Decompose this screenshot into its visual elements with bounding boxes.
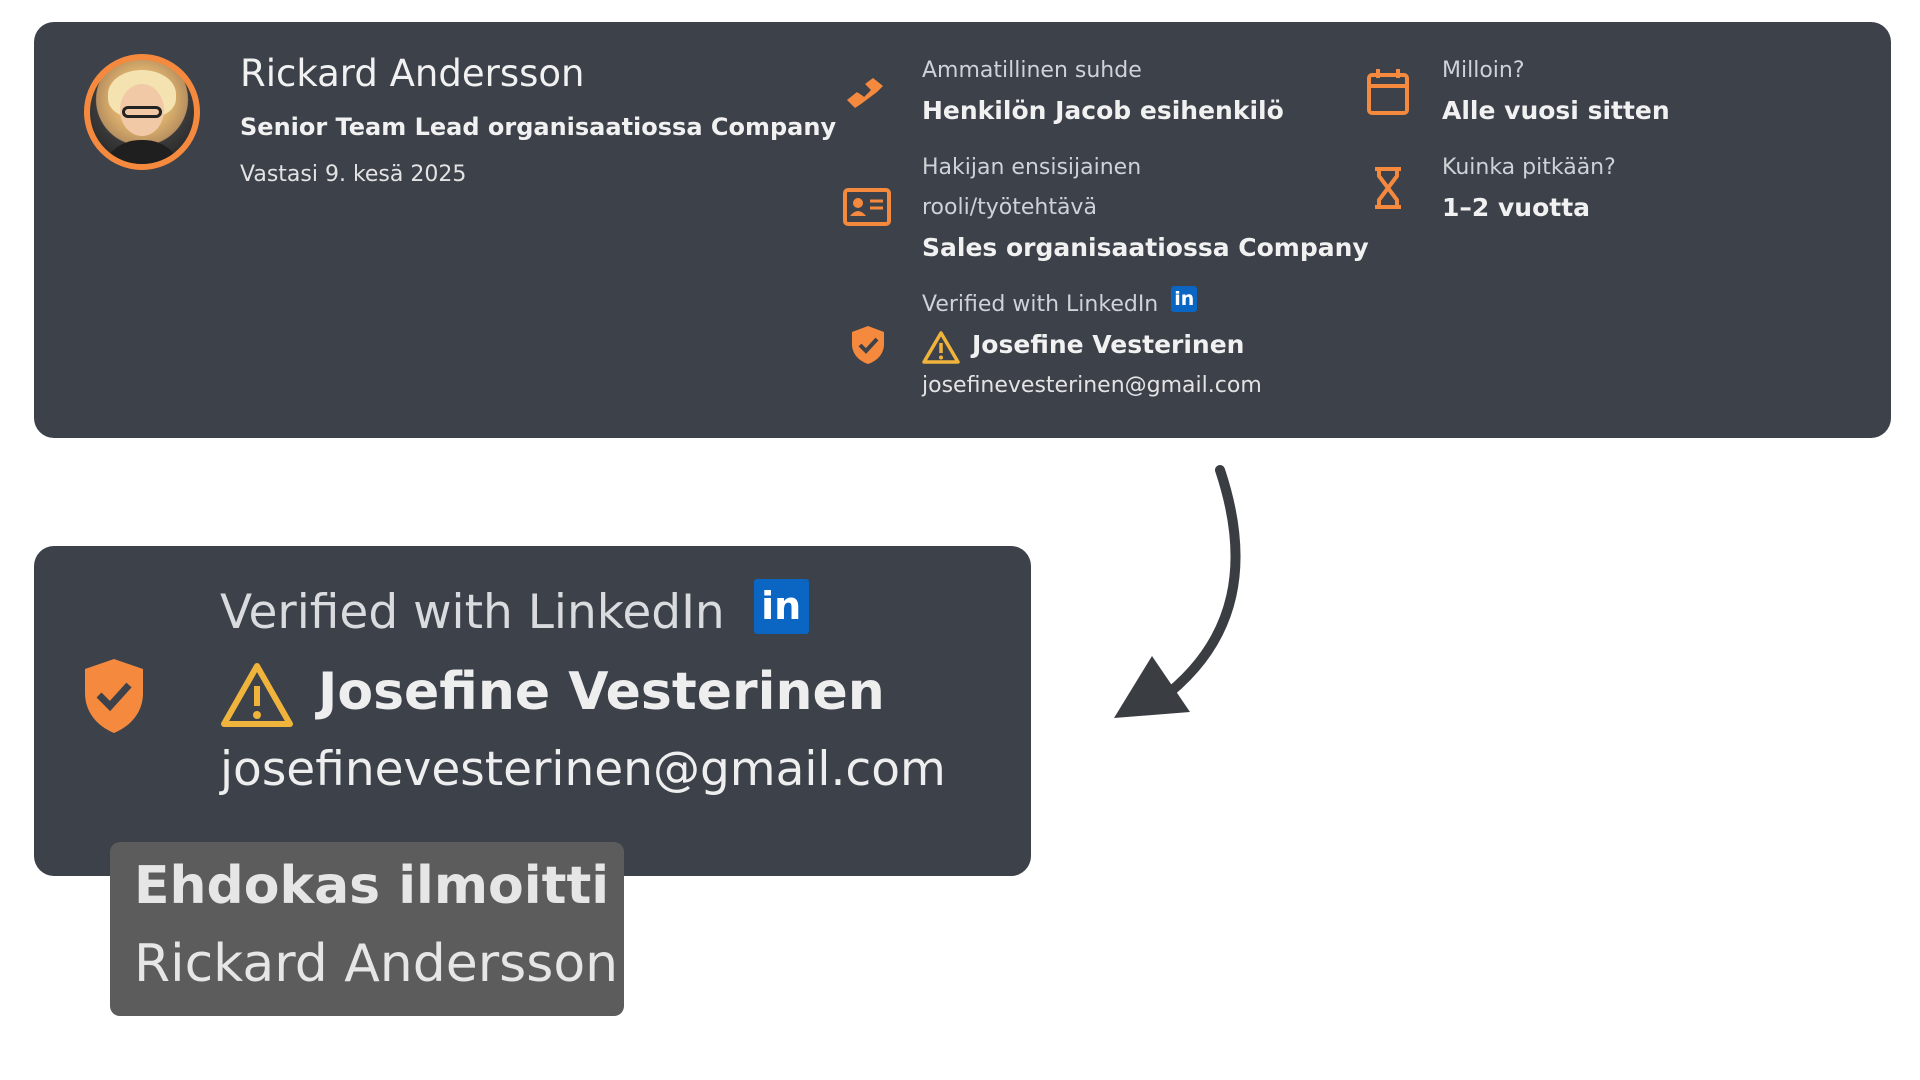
curved-arrow-icon (1114, 465, 1241, 718)
duration-value: 1–2 vuotta (1442, 193, 1591, 222)
shield-check-icon (852, 326, 884, 364)
referee-title: Senior Team Lead organisaatiossa Company (240, 113, 837, 141)
when-value: Alle vuosi sitten (1442, 96, 1670, 125)
calendar-icon (1367, 69, 1409, 115)
tooltip-name: Rickard Andersson (134, 934, 619, 994)
handshake-icon (847, 78, 883, 108)
duration-label: Kuinka pitkään? (1442, 155, 1616, 180)
relation-label: Ammatillinen suhde (922, 58, 1142, 83)
role-value: Sales organisaatiossa Company (922, 233, 1369, 262)
when-label: Milloin? (1442, 58, 1525, 83)
role-label-line1: Hakijan ensisijainen (922, 155, 1142, 180)
zoom-verified-name: Josefine Vesterinen (318, 662, 885, 722)
warning-icon (922, 331, 960, 364)
avatar (84, 54, 200, 170)
verified-label-text: Verified with LinkedIn (922, 292, 1159, 317)
shield-check-icon (85, 659, 143, 733)
linkedin-icon: in (1171, 286, 1198, 312)
tooltip-title: Ehdokas ilmoitti (134, 856, 610, 916)
verified-label: Verified with LinkedIn in (922, 286, 1198, 317)
role-label-line2: rooli/työtehtävä (922, 195, 1097, 220)
linkedin-icon: in (753, 579, 809, 634)
verified-name: Josefine Vesterinen (972, 330, 1245, 359)
zoom-verified-label: Verified with LinkedIn in (220, 579, 809, 640)
id-card-icon (843, 188, 891, 226)
verified-email: josefinevesterinen@gmail.com (922, 373, 1262, 398)
answered-date: Vastasi 9. kesä 2025 (240, 162, 467, 187)
zoom-verified-label-text: Verified with LinkedIn (220, 585, 725, 640)
hourglass-icon (1375, 167, 1401, 209)
warning-icon (221, 663, 293, 727)
referee-name: Rickard Andersson (240, 52, 585, 95)
zoom-verified-email: josefinevesterinen@gmail.com (220, 742, 946, 797)
relation-value: Henkilön Jacob esihenkilö (922, 96, 1284, 125)
